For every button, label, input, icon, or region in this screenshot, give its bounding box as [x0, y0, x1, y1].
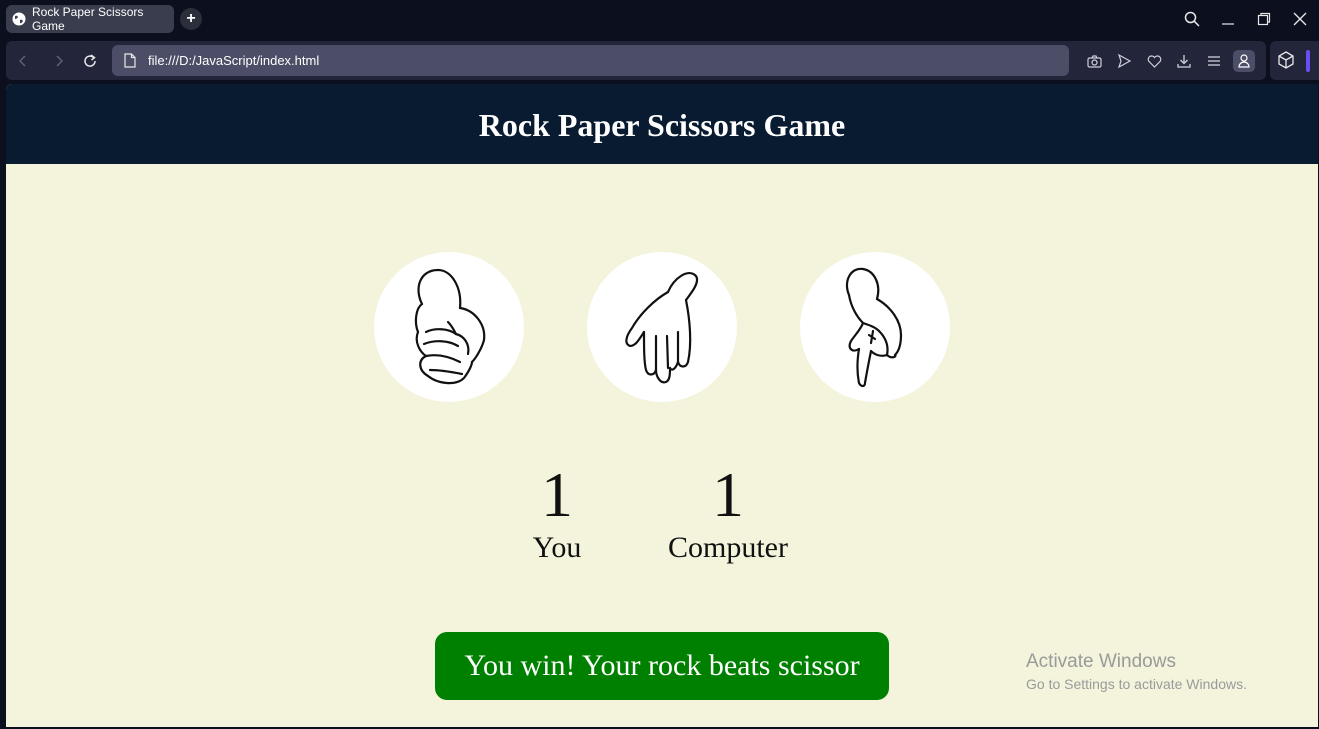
page-header: Rock Paper Scissors Game — [6, 84, 1318, 164]
user-score-block: 1 You — [511, 459, 603, 565]
scissors-choice[interactable] — [800, 252, 950, 402]
paper-hand-icon — [625, 272, 699, 384]
back-icon[interactable] — [12, 50, 34, 72]
search-icon[interactable] — [1181, 8, 1203, 30]
heart-icon[interactable] — [1143, 50, 1165, 72]
extensions-panel — [1270, 41, 1319, 80]
reload-icon[interactable] — [79, 50, 101, 72]
sidebar-accent — [1306, 50, 1310, 72]
user-score: 1 — [541, 459, 573, 530]
browser-tab[interactable]: Rock Paper Scissors Game — [6, 5, 174, 33]
url-text: file:///D:/JavaScript/index.html — [148, 53, 320, 68]
extensions-icon[interactable] — [1278, 51, 1294, 74]
scissors-hand-icon — [845, 267, 903, 388]
camera-icon[interactable] — [1083, 50, 1105, 72]
globe-icon — [12, 12, 26, 26]
watermark-title: Activate Windows — [1026, 651, 1176, 672]
navigation-bar: file:///D:/JavaScript/index.html — [6, 41, 1266, 80]
new-tab-button[interactable]: + — [180, 8, 202, 30]
user-score-label: You — [532, 531, 582, 564]
watermark-subtitle: Go to Settings to activate Windows. — [1026, 676, 1247, 692]
menu-icon[interactable] — [1203, 50, 1225, 72]
page-title: Rock Paper Scissors Game — [478, 107, 846, 143]
minimize-icon[interactable] — [1217, 8, 1239, 30]
computer-score: 1 — [712, 459, 744, 530]
rock-choice[interactable] — [374, 252, 524, 402]
title-bar: Rock Paper Scissors Game + — [0, 0, 1319, 38]
forward-icon[interactable] — [48, 50, 70, 72]
download-icon[interactable] — [1173, 50, 1195, 72]
tab-title: Rock Paper Scissors Game — [32, 5, 144, 33]
page-viewport: Rock Paper Scissors Game 1 You 1 Compute… — [6, 84, 1318, 727]
file-icon — [124, 53, 136, 68]
profile-icon[interactable] — [1233, 50, 1255, 72]
close-icon[interactable] — [1289, 8, 1311, 30]
computer-score-block: 1 Computer — [646, 459, 810, 565]
address-bar[interactable]: file:///D:/JavaScript/index.html — [112, 45, 1069, 76]
rock-hand-icon — [414, 268, 486, 385]
paper-choice[interactable] — [587, 252, 737, 402]
send-icon[interactable] — [1113, 50, 1135, 72]
restore-icon[interactable] — [1253, 8, 1275, 30]
result-message: You win! Your rock beats scissor — [435, 632, 889, 700]
computer-score-label: Computer — [668, 531, 788, 564]
activate-windows-watermark: Activate Windows Go to Settings to activ… — [1026, 651, 1247, 694]
